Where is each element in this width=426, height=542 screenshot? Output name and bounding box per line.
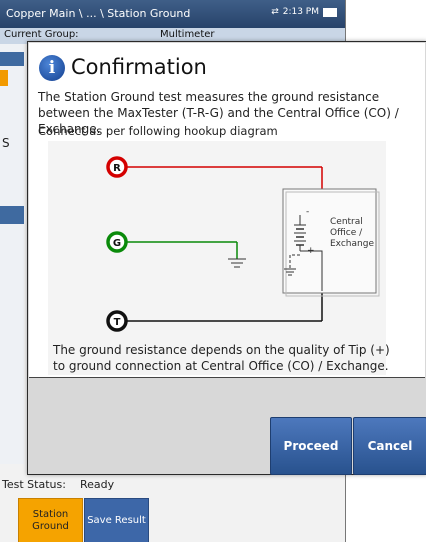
battery-minus-sign: - bbox=[306, 207, 309, 217]
hookup-diagram: R G T - + Central Office / Exchange bbox=[48, 141, 386, 375]
current-group-label: Current Group: bbox=[4, 29, 79, 40]
terminal-r-label: R bbox=[113, 163, 121, 174]
status-bar: Copper Main \ ... \ Station Ground ⇄ 2:1… bbox=[0, 0, 345, 28]
info-icon: i bbox=[39, 55, 65, 81]
background-panel: S bbox=[0, 44, 24, 464]
test-status-value: Ready bbox=[80, 478, 115, 491]
co-label-line2: Office / bbox=[330, 228, 363, 238]
dialog-body: i Confirmation The Station Ground test m… bbox=[29, 43, 425, 378]
breadcrumb: Copper Main \ ... \ Station Ground bbox=[6, 7, 191, 20]
dialog-title: Confirmation bbox=[71, 55, 207, 79]
terminal-g-label: G bbox=[113, 238, 121, 249]
hookup-diagram-svg: R G T - + Central Office / Exchange bbox=[48, 141, 386, 375]
sync-icon: ⇄ bbox=[271, 7, 279, 17]
tab-save-result[interactable]: Save Result bbox=[84, 498, 149, 542]
battery-icon bbox=[323, 7, 337, 17]
group-selector[interactable] bbox=[0, 52, 24, 66]
selected-row[interactable] bbox=[0, 206, 24, 224]
test-status: Test Status: Ready bbox=[0, 474, 345, 498]
confirmation-dialog: i Confirmation The Station Ground test m… bbox=[27, 41, 426, 475]
back-arrow-icon[interactable] bbox=[0, 70, 8, 86]
tab-station-ground[interactable]: Station Ground bbox=[18, 498, 83, 542]
dialog-instruction: Connect as per following hookup diagram bbox=[38, 124, 278, 138]
status-indicators: ⇄ 2:13 PM bbox=[271, 7, 337, 17]
current-group-value: Multimeter bbox=[160, 29, 215, 40]
test-status-label: Test Status: bbox=[2, 478, 66, 491]
terminal-t-label: T bbox=[114, 317, 121, 328]
dialog-note: The ground resistance depends on the qua… bbox=[53, 343, 390, 373]
co-label-line3: Exchange bbox=[330, 239, 374, 249]
cancel-button[interactable]: Cancel bbox=[353, 417, 426, 475]
side-label: S bbox=[2, 136, 10, 150]
co-label-line1: Central bbox=[330, 217, 363, 227]
clock: 2:13 PM bbox=[282, 7, 319, 17]
proceed-button[interactable]: Proceed bbox=[270, 417, 352, 475]
